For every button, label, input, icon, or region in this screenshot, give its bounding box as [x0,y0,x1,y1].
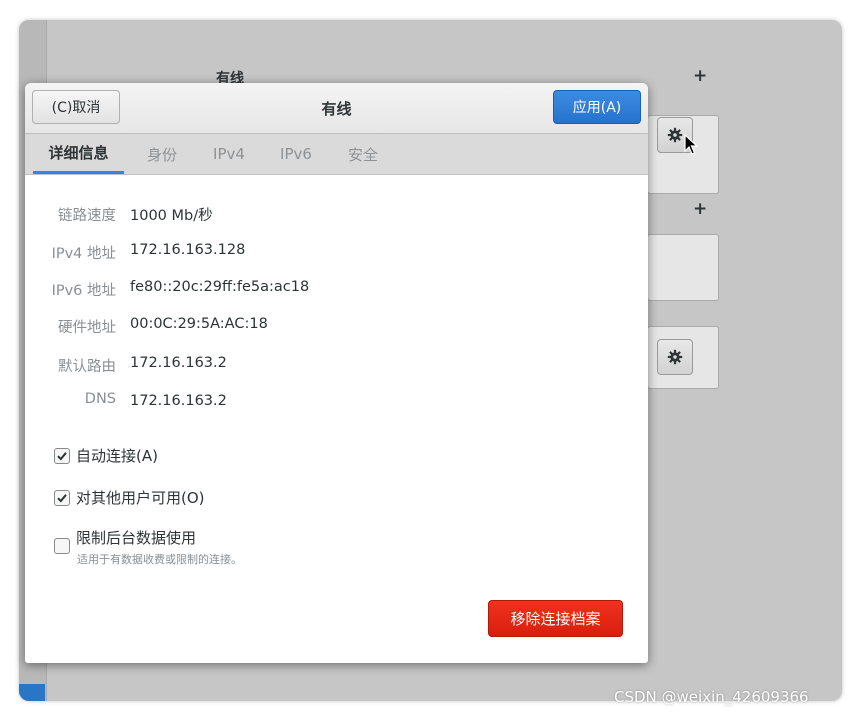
dialog-header: 有线 (C)取消 应用(A) [25,83,648,134]
link-speed-label: 链路速度 [58,208,116,224]
dns-label: DNS [84,391,116,407]
remove-connection-profile-button[interactable]: 移除连接档案 [488,600,623,637]
gear-icon [667,127,683,143]
gear-icon [667,349,683,365]
ipv4-address-label: IPv4 地址 [51,246,116,262]
metered-label: 限制后台数据使用 [76,529,197,547]
metered-description: 适用于有数据收费或限制的连接。 [77,553,242,566]
mouse-pointer-icon [684,134,698,155]
dns-value: 172.16.163.2 [130,393,227,409]
tab-security[interactable]: 安全 [335,134,391,174]
tab-details[interactable]: 详细信息 [33,134,124,174]
tab-ipv6[interactable]: IPv6 [268,134,324,174]
tab-bar: 详细信息 身份 IPv4 IPv6 安全 [25,134,648,175]
proxy-settings-button[interactable] [657,339,693,375]
all-users-label: 对其他用户可用(O) [76,489,205,507]
watermark: CSDN @weixin_42609366 [614,688,809,706]
tab-identity[interactable]: 身份 [133,134,191,174]
auto-connect-checkbox[interactable] [54,447,70,464]
apply-button[interactable]: 应用(A) [553,90,641,124]
add-wired-connection-button[interactable]: + [693,68,707,85]
metered-checkbox[interactable] [54,537,70,554]
hardware-address-value: 00:0C:29:5A:AC:18 [130,316,268,332]
default-route-label: 默认路由 [58,359,116,375]
default-route-value: 172.16.163.2 [130,355,227,371]
tab-ipv4[interactable]: IPv4 [201,134,257,174]
auto-connect-row[interactable]: 自动连接(A) [54,445,158,466]
checkmark-icon [57,493,67,502]
ipv4-address-value: 172.16.163.128 [130,242,246,258]
link-speed-value: 1000 Mb/秒 [130,208,213,224]
wired-connection-dialog: 有线 (C)取消 应用(A) 详细信息 身份 IPv4 IPv6 安全 链路速度… [25,83,648,663]
auto-connect-label: 自动连接(A) [76,447,158,465]
vpn-card [647,234,719,301]
all-users-checkbox[interactable] [54,489,70,506]
ipv6-address-label: IPv6 地址 [51,283,116,299]
all-users-row[interactable]: 对其他用户可用(O) [54,487,205,508]
hardware-address-label: 硬件地址 [58,320,116,336]
cancel-button[interactable]: (C)取消 [32,90,120,124]
checkmark-icon [57,451,67,460]
ipv6-address-value: fe80::20c:29ff:fe5a:ac18 [130,279,310,295]
add-vpn-button[interactable]: + [693,201,707,218]
sidebar-selected-indicator [19,684,45,701]
